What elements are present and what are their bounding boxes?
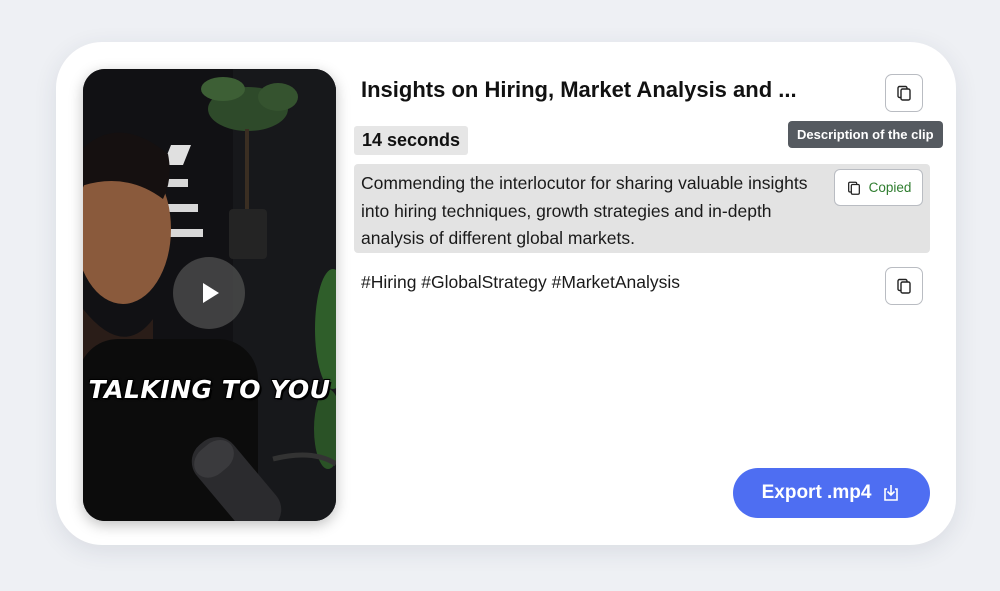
clip-description: Commending the interlocutor for sharing … — [361, 173, 808, 248]
clip-title: Insights on Hiring, Market Analysis and … — [361, 77, 797, 102]
download-icon — [884, 485, 899, 501]
copy-description-button[interactable]: Copied — [834, 169, 923, 206]
description-tooltip: Description of the clip — [788, 121, 943, 148]
clip-duration-badge: 14 seconds — [354, 126, 469, 155]
export-label: Export .mp4 — [761, 482, 872, 503]
copy-icon — [897, 85, 911, 101]
video-thumbnail[interactable]: TALKING TO YOU — [83, 69, 336, 521]
copy-icon — [847, 181, 860, 195]
play-icon — [203, 283, 219, 303]
video-caption: TALKING TO YOU — [88, 375, 331, 404]
export-mp4-button[interactable]: Export .mp4 — [733, 468, 930, 518]
copied-label: Copied — [868, 180, 912, 195]
copy-icon — [897, 278, 911, 294]
copy-hashtags-button[interactable] — [885, 267, 923, 305]
copy-title-button[interactable] — [885, 74, 923, 112]
play-button[interactable] — [173, 257, 245, 329]
clip-hashtags: #Hiring #GlobalStrategy #MarketAnalysis — [354, 264, 688, 306]
